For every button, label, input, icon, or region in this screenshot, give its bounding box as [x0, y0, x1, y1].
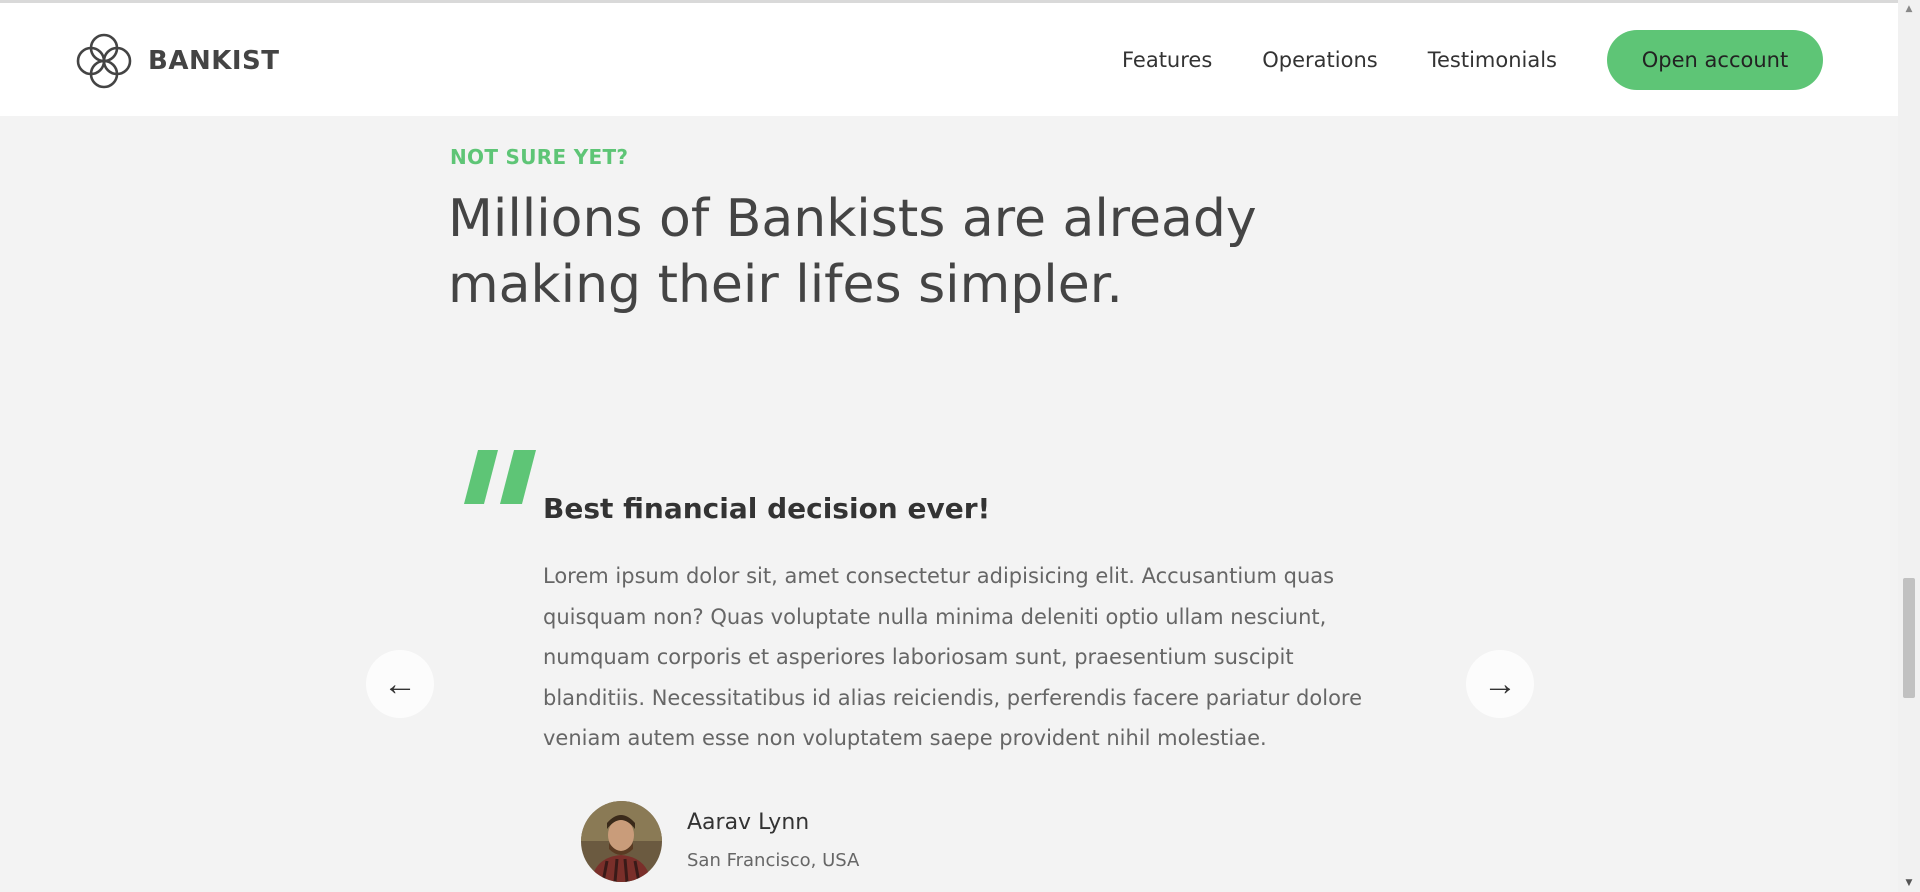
bankist-logo-icon: [74, 31, 134, 91]
logo-text: BANKIST: [148, 46, 280, 76]
arrow-right-icon: →: [1483, 664, 1517, 703]
page-scrollbar[interactable]: ▲ ▼: [1898, 0, 1920, 892]
header-nav: BANKIST Features Operations Testimonials…: [0, 3, 1898, 116]
open-account-button[interactable]: Open account: [1607, 29, 1823, 90]
scroll-down-icon[interactable]: ▼: [1898, 876, 1920, 890]
testimonial-body: Lorem ipsum dolor sit, amet consectetur …: [543, 564, 1363, 750]
arrow-left-icon: ←: [383, 664, 417, 703]
quote-icon: [462, 448, 538, 512]
testimonial-title: Best financial decision ever!: [543, 492, 991, 525]
page: BANKIST Features Operations Testimonials…: [0, 0, 1920, 892]
scroll-up-icon[interactable]: ▲: [1898, 2, 1920, 16]
author-location: San Francisco, USA: [687, 850, 860, 871]
nav-link-testimonials[interactable]: Testimonials: [1428, 48, 1557, 72]
section-headline: Millions of Bankists are already making …: [448, 189, 1257, 315]
nav-link-operations[interactable]: Operations: [1262, 48, 1377, 72]
section-eyebrow: NOT SURE YET?: [450, 145, 629, 169]
author-name: Aarav Lynn: [687, 810, 810, 835]
nav-links: Features Operations Testimonials Open ac…: [1122, 3, 1898, 116]
nav-link-features[interactable]: Features: [1122, 48, 1212, 72]
slider-prev-button[interactable]: ←: [366, 650, 434, 718]
scrollbar-thumb[interactable]: [1903, 578, 1915, 698]
slider-next-button[interactable]: →: [1466, 650, 1534, 718]
logo[interactable]: BANKIST: [74, 31, 279, 91]
author-avatar: [581, 801, 662, 882]
